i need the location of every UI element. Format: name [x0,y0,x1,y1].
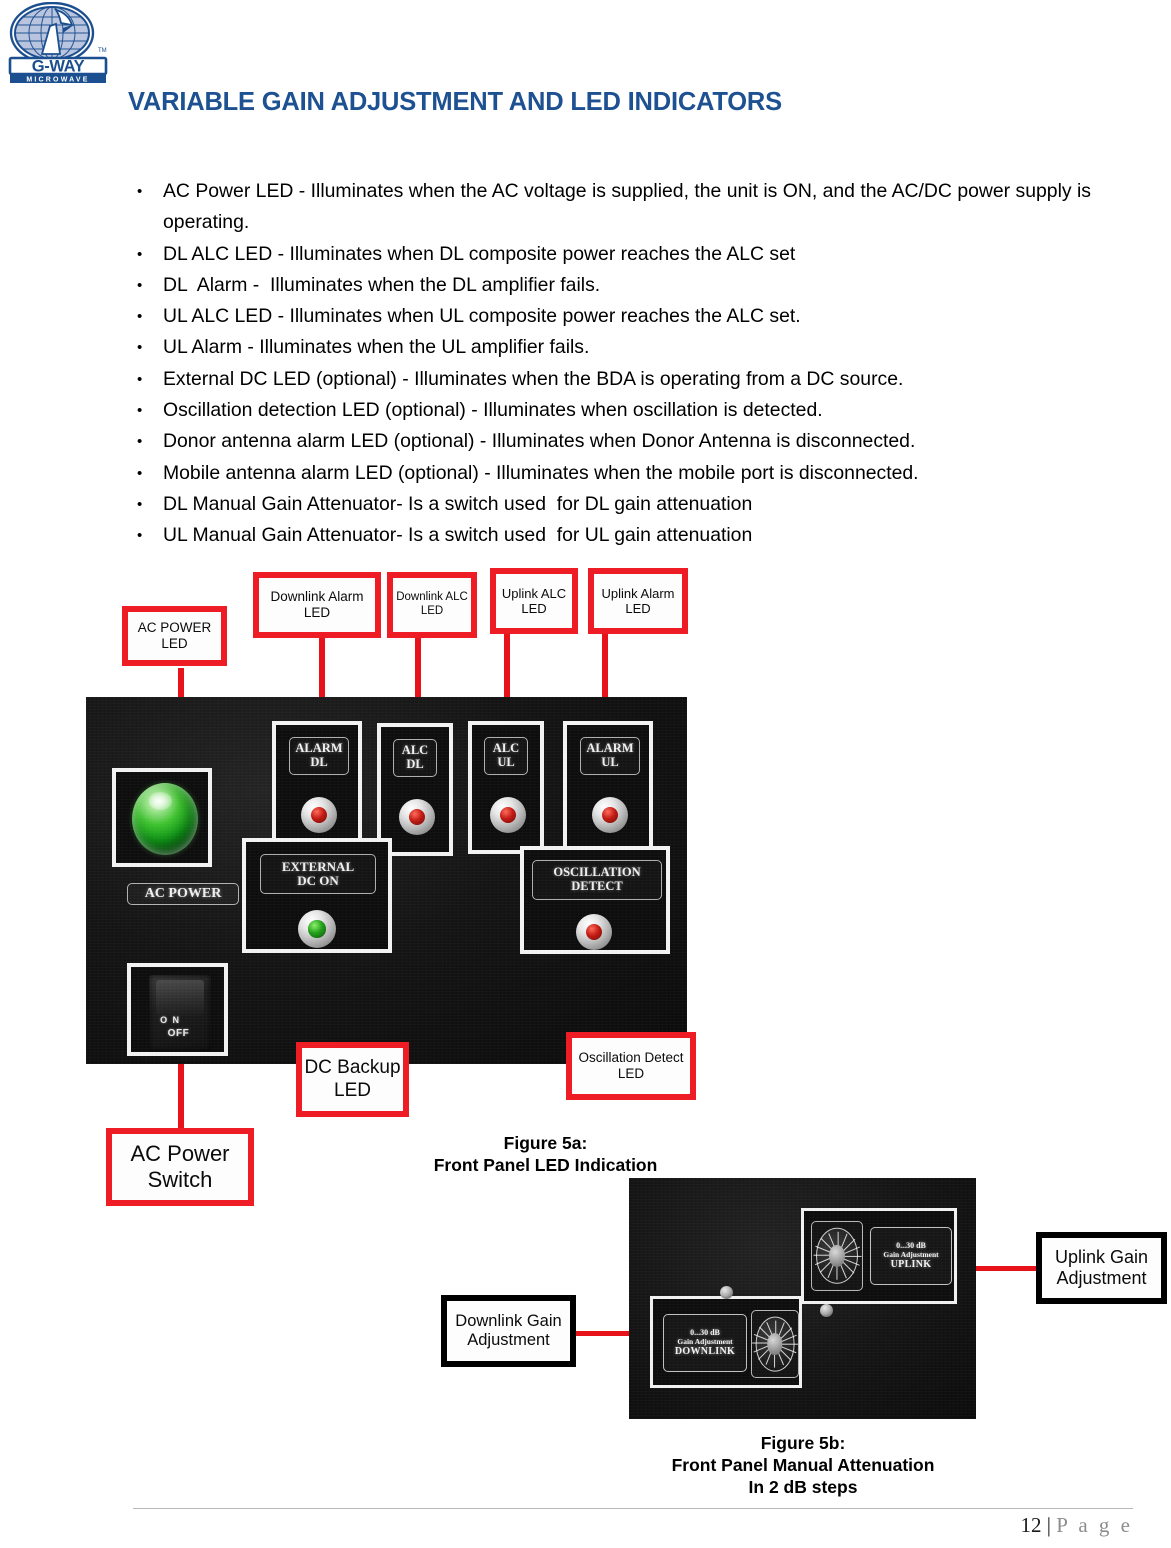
callout-oscillation-detect-led: Oscillation Detect LED [566,1032,696,1100]
callout-downlink-alarm-led: Downlink Alarm LED [253,572,381,638]
uplink-gain-dial[interactable] [811,1221,863,1291]
switch-label-on: O N [160,1014,181,1025]
figure-5b-caption: Figure 5b: Front Panel Manual Attenuatio… [563,1432,1043,1498]
callout-downlink-gain-adjustment: Downlink Gain Adjustment [441,1295,576,1367]
panel-screw [820,1304,833,1317]
callout-label: Downlink ALC LED [396,591,468,617]
downlink-attenuator-group: 0...30 dB Gain Adjustment DOWNLINK [650,1296,802,1388]
feature-bullet-list: AC Power LED - Illuminates when the AC v… [133,176,1093,552]
figure-5a-caption: Figure 5a: Front Panel LED Indication [313,1132,778,1176]
oscillation-detect-frame: OSCILLATION DETECT [520,846,670,954]
callout-uplink-gain-adjustment: Uplink Gain Adjustment [1036,1232,1167,1304]
dial-face [752,1316,799,1372]
led-dome [310,806,328,824]
led-dome [408,808,426,826]
callout-label: Oscillation Detect LED [578,1050,684,1081]
led-dome [585,923,603,941]
uplink-attenuator-group: 0...30 dB Gain Adjustment UPLINK [801,1208,957,1304]
footer-page-word: P a g e [1056,1513,1133,1537]
dial-face [813,1227,862,1285]
gain-path-label: UPLINK [890,1259,932,1271]
panel-label-alc-dl: ALC DL [393,739,437,777]
caption-line: Front Panel LED Indication [433,1155,658,1175]
ac-power-switch-frame: O N OFF [127,963,228,1056]
oscillation-detect-led [576,914,612,950]
ac-power-led [132,783,198,855]
panel-label-oscillation-detect: OSCILLATION DETECT [532,860,662,900]
alc-dl-led [399,799,435,835]
ac-power-led-frame [112,768,212,867]
footer-divider [133,1508,1133,1509]
callout-label: Uplink ALC LED [501,585,567,616]
svg-text:G-WAY: G-WAY [32,58,85,76]
external-dc-on-frame: EXTERNAL DC ON [242,838,392,953]
list-item: DL ALC LED - Illuminates when DL composi… [133,239,1093,271]
led-dome [601,806,619,824]
panel-label-alc-ul: ALC UL [484,737,528,775]
callout-uplink-alc-led: Uplink ALC LED [490,568,578,634]
downlink-gain-plate: 0...30 dB Gain Adjustment DOWNLINK [663,1314,747,1372]
led-dome [499,806,517,824]
footer-separator: | [1041,1513,1057,1537]
svg-text:MICROWAVE: MICROWAVE [26,76,89,83]
alc-ul-led [490,797,526,833]
panel-label-alarm-dl: ALARM DL [289,737,349,775]
attenuator-panel-photo: 0...30 dB Gain Adjustment UPLINK 0...30 … [629,1178,976,1419]
gain-path-label: DOWNLINK [674,1346,736,1358]
callout-ac-power-switch: AC Power Switch [106,1128,254,1206]
alarm-dl-led [301,797,337,833]
callout-label: AC Power Switch [130,1141,230,1192]
list-item: DL Manual Gain Attenuator- Is a switch u… [133,489,1093,521]
list-item: AC Power LED - Illuminates when the AC v… [133,176,1093,239]
list-item: Donor antenna alarm LED (optional) - Ill… [133,426,1093,458]
panel-label-alarm-ul: ALARM UL [580,737,640,775]
alarm-dl-frame: ALARM DL [272,721,362,854]
panel-screw [720,1286,733,1299]
rocker-top-face [155,979,205,1017]
switch-label-off: OFF [167,1028,190,1040]
led-dome [308,920,326,938]
dial-knob [829,1245,845,1267]
downlink-gain-dial[interactable] [751,1310,799,1378]
list-item: External DC LED (optional) - Illuminates… [133,364,1093,396]
caption-line: Front Panel Manual Attenuation [671,1455,935,1475]
caption-line: Figure 5b: [760,1433,846,1453]
page-number: 12 [1020,1513,1042,1537]
callout-label: AC POWER LED [137,620,212,651]
callout-label: Uplink Gain Adjustment [1054,1246,1149,1288]
uplink-gain-plate: 0...30 dB Gain Adjustment UPLINK [870,1227,952,1285]
svg-text:TM: TM [98,48,107,54]
list-item: UL Alarm - Illuminates when the UL ampli… [133,332,1093,364]
gain-function-label: Gain Adjustment [677,1336,733,1346]
callout-uplink-alarm-led: Uplink Alarm LED [588,568,688,634]
alarm-ul-frame: ALARM UL [563,721,653,864]
panel-label-ac-power: AC POWER [127,883,239,905]
callout-label: Downlink Alarm LED [270,589,364,620]
company-logo: TM G-WAY MICROWAVE [6,2,114,84]
front-panel-photo: AC POWER ALARM DL ALC DL ALC UL ALARM UL [86,697,687,1064]
callout-ac-power-led: AC POWER LED [122,606,227,666]
alc-dl-frame: ALC DL [377,723,453,856]
list-item: Mobile antenna alarm LED (optional) - Il… [133,458,1093,490]
page-footer: 12 | P a g e [1020,1513,1133,1538]
caption-line: In 2 dB steps [748,1477,858,1497]
list-item: DL Alarm - Illuminates when the DL ampli… [133,270,1093,302]
panel-label-external-dc-on: EXTERNAL DC ON [260,854,376,894]
gain-function-label: Gain Adjustment [883,1249,939,1259]
callout-dc-backup-led: DC Backup LED [296,1042,409,1117]
callout-downlink-alc-led: Downlink ALC LED [387,572,477,638]
callout-label: Uplink Alarm LED [601,585,675,616]
callout-label: DC Backup LED [304,1057,401,1101]
alarm-ul-led [592,797,628,833]
ac-power-rocker-switch[interactable]: O N OFF [149,975,211,1051]
callout-label: Downlink Gain Adjustment [455,1311,562,1349]
dial-knob [767,1333,783,1355]
page-title: VARIABLE GAIN ADJUSTMENT AND LED INDICAT… [128,88,782,116]
caption-line: Figure 5a: [503,1133,588,1153]
list-item: UL Manual Gain Attenuator- Is a switch u… [133,520,1093,552]
alc-ul-frame: ALC UL [468,721,544,854]
list-item: Oscillation detection LED (optional) - I… [133,395,1093,427]
external-dc-on-led [298,910,336,948]
list-item: UL ALC LED - Illuminates when UL composi… [133,301,1093,333]
